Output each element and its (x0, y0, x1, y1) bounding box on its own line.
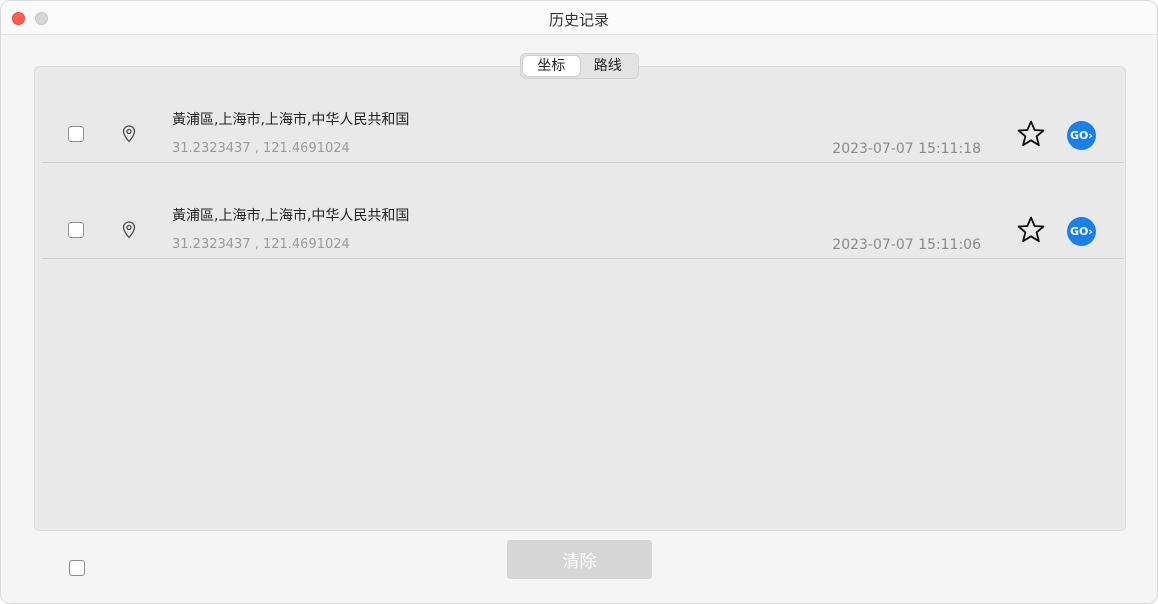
list-item: 黃浦區,上海市,上海市,中华人民共和国 31.2323437 , 121.469… (42, 163, 1124, 259)
record-address: 黃浦區,上海市,上海市,中华人民共和国 (172, 112, 410, 128)
row-checkbox[interactable] (68, 222, 84, 238)
tab-coordinates[interactable]: 坐标 (523, 56, 580, 76)
go-chevron-icon[interactable]: GO› (1067, 121, 1096, 150)
star-outline-icon[interactable] (1016, 215, 1046, 245)
location-pin-icon (122, 125, 136, 143)
history-list: 黃浦區,上海市,上海市,中华人民共和国 31.2323437 , 121.469… (34, 66, 1126, 531)
window-title: 历史记录 (548, 11, 609, 29)
list-item: 黃浦區,上海市,上海市,中华人民共和国 31.2323437 , 121.469… (42, 67, 1124, 163)
record-timestamp: 2023-07-07 15:11:18 (832, 141, 981, 157)
record-address: 黃浦區,上海市,上海市,中华人民共和国 (172, 208, 410, 224)
go-chevron-icon[interactable]: GO› (1067, 217, 1096, 246)
title-bar: 历史记录 (1, 1, 1157, 35)
tab-routes[interactable]: 路线 (580, 56, 637, 76)
location-pin-icon (122, 221, 136, 239)
select-all-checkbox[interactable] (69, 560, 85, 576)
tab-switcher: 坐标 路线 (520, 53, 639, 79)
go-button-label: GO (1070, 225, 1089, 238)
record-coordinates: 31.2323437 , 121.4691024 (172, 141, 350, 156)
row-checkbox[interactable] (68, 126, 84, 142)
record-timestamp: 2023-07-07 15:11:06 (832, 237, 981, 253)
star-outline-icon[interactable] (1016, 119, 1046, 149)
clear-button[interactable]: 清除 (507, 540, 652, 579)
go-button-label: GO (1070, 129, 1089, 142)
record-coordinates: 31.2323437 , 121.4691024 (172, 237, 350, 252)
history-window: 历史记录 坐标 路线 黃浦區,上海市,上海市,中华人民共和国 31.232343… (0, 0, 1158, 604)
